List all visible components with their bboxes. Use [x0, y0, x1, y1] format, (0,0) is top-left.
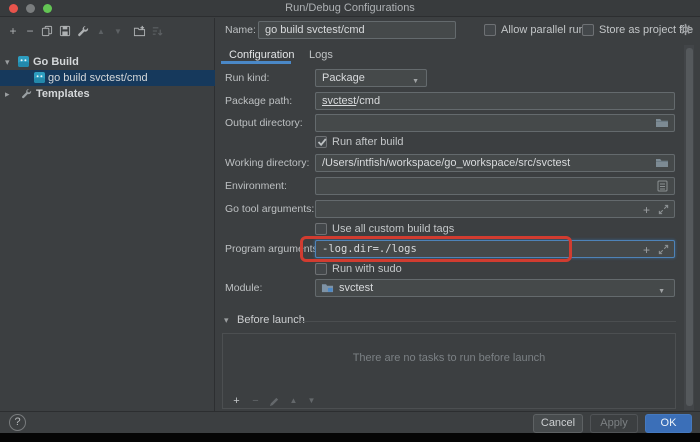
sort-configurations-icon	[149, 23, 165, 39]
before-launch-divider	[300, 321, 676, 322]
add-configuration-button[interactable]: +	[5, 23, 21, 39]
save-configuration-icon[interactable]	[57, 23, 73, 39]
use-all-custom-build-tags-label: Use all custom build tags	[332, 223, 455, 235]
expand-field-icon[interactable]	[658, 244, 669, 255]
chevron-down-icon: ▼	[658, 288, 665, 295]
run-with-sudo-label: Run with sudo	[332, 263, 402, 275]
footer-divider	[0, 411, 700, 412]
environment-input[interactable]	[315, 177, 675, 195]
chevron-down-icon: ▼	[412, 78, 419, 85]
output-directory-label: Output directory:	[225, 117, 303, 129]
package-path-link[interactable]: svctest	[322, 95, 356, 107]
browse-folder-icon[interactable]	[655, 156, 669, 169]
store-as-project-file-checkbox[interactable]	[582, 24, 594, 36]
output-directory-input[interactable]	[315, 114, 675, 132]
active-tab-indicator	[221, 61, 291, 64]
chevron-down-icon[interactable]: ▾	[5, 54, 10, 70]
package-path-input[interactable]: svctest/cmd	[315, 92, 675, 110]
tree-templates-label: Templates	[36, 88, 90, 100]
before-launch-empty-message: There are no tasks to run before launch	[352, 352, 546, 364]
configurations-sidebar: + − ▲ ▼ ▾ Go Build go build svctest/cmd …	[0, 18, 215, 411]
add-task-button[interactable]: +	[229, 394, 244, 408]
title-bar: Run/Debug Configurations	[0, 0, 700, 17]
run-kind-dropdown[interactable]: Package ▼	[315, 69, 427, 87]
tree-group-label: Go Build	[33, 56, 79, 68]
allow-parallel-run-label: Allow parallel run	[501, 24, 585, 36]
scrollbar-thumb[interactable]	[686, 48, 693, 406]
copy-configuration-icon[interactable]	[39, 23, 55, 39]
run-with-sudo-checkbox[interactable]	[315, 263, 327, 275]
desktop-background-strip	[0, 433, 700, 442]
module-icon	[321, 282, 334, 294]
edit-task-pencil-icon	[267, 394, 282, 408]
before-launch-collapse-icon[interactable]: ▾	[224, 315, 229, 326]
module-label: Module:	[225, 282, 263, 294]
gear-icon[interactable]	[679, 23, 692, 36]
add-macro-icon[interactable]: +	[643, 242, 650, 257]
new-folder-icon[interactable]	[131, 23, 147, 39]
name-input[interactable]: go build svctest/cmd	[258, 21, 456, 39]
before-launch-title[interactable]: Before launch	[237, 314, 305, 326]
use-all-custom-build-tags-checkbox[interactable]	[315, 223, 327, 235]
chevron-right-icon[interactable]: ▸	[5, 86, 10, 102]
cancel-button[interactable]: Cancel	[533, 414, 583, 433]
remove-configuration-button[interactable]: −	[22, 23, 38, 39]
go-build-icon	[18, 56, 29, 67]
remove-task-button: −	[252, 395, 259, 407]
run-debug-configurations-dialog: Run/Debug Configurations + − ▲ ▼ ▾ Go Bu…	[0, 0, 700, 442]
tree-group-go-build[interactable]: ▾ Go Build	[0, 54, 215, 70]
browse-folder-icon[interactable]	[655, 116, 669, 129]
working-directory-label: Working directory:	[225, 157, 310, 169]
run-after-build-label: Run after build	[332, 136, 404, 148]
edit-templates-wrench-icon[interactable]	[75, 23, 91, 39]
working-directory-input[interactable]: /Users/intfish/workspace/go_workspace/sr…	[315, 154, 675, 172]
environment-variables-icon[interactable]	[657, 180, 668, 192]
tab-configuration[interactable]: Configuration	[229, 48, 294, 62]
before-launch-panel: There are no tasks to run before launch …	[222, 333, 676, 409]
run-after-build-checkbox[interactable]	[315, 136, 327, 148]
move-up-button: ▲	[97, 26, 105, 36]
tree-item-label: go build svctest/cmd	[48, 72, 148, 84]
go-build-icon	[34, 72, 45, 83]
go-tool-arguments-label: Go tool arguments:	[225, 203, 315, 215]
templates-wrench-icon	[21, 88, 32, 99]
program-arguments-label: Program arguments:	[225, 243, 321, 255]
add-macro-icon[interactable]: +	[643, 202, 650, 217]
window-title: Run/Debug Configurations	[285, 2, 415, 14]
move-down-button: ▼	[114, 26, 122, 36]
go-tool-arguments-input[interactable]: +	[315, 200, 675, 218]
expand-field-icon[interactable]	[658, 204, 669, 215]
module-dropdown[interactable]: svctest ▼	[315, 279, 675, 297]
package-path-label: Package path:	[225, 95, 293, 107]
tab-logs[interactable]: Logs	[309, 48, 333, 62]
environment-label: Environment:	[225, 180, 287, 192]
tree-item-go-build-svctest-cmd[interactable]: go build svctest/cmd	[0, 70, 215, 86]
apply-button: Apply	[590, 414, 638, 433]
run-kind-label: Run kind:	[225, 72, 270, 84]
name-label: Name:	[225, 24, 256, 36]
allow-parallel-run-checkbox[interactable]	[484, 24, 496, 36]
checkmark-icon	[316, 136, 328, 148]
tree-group-templates[interactable]: ▸ Templates	[0, 86, 215, 102]
move-task-up-button: ▲	[289, 396, 298, 405]
ok-button[interactable]: OK	[645, 414, 692, 433]
move-task-down-button: ▼	[307, 396, 316, 405]
program-arguments-input[interactable]: -log.dir=./logs +	[315, 240, 675, 258]
help-button[interactable]: ?	[9, 414, 26, 431]
